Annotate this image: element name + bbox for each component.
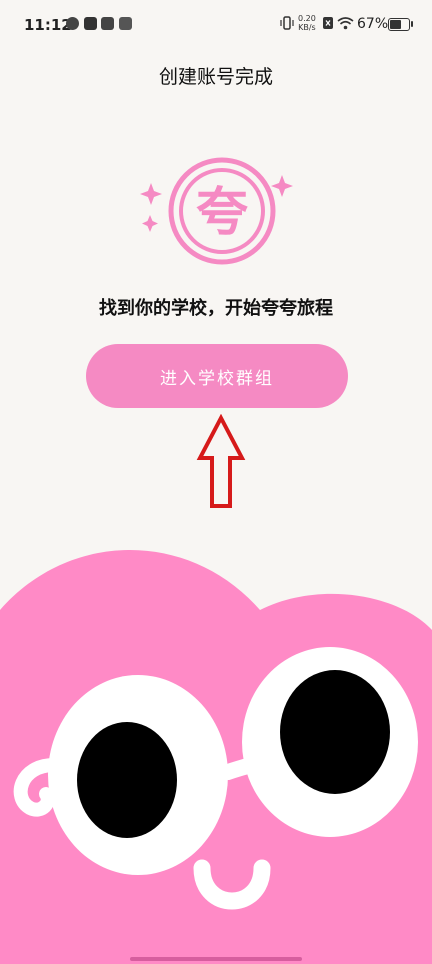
app-icon: [101, 17, 114, 30]
right-pupil: [280, 670, 390, 794]
play-box-icon: [84, 17, 97, 30]
home-indicator[interactable]: [130, 957, 302, 961]
subtitle: 找到你的学校，开始夸夸旅程: [99, 298, 333, 319]
bag-icon: [119, 17, 132, 30]
status-bar: 11:12 0.20 KB/s 67%: [0, 0, 432, 52]
battery-icon: [388, 18, 410, 31]
status-time: 11:12: [24, 16, 72, 34]
sparkle-icon: [140, 183, 162, 205]
net-speed: 0.20 KB/s: [298, 14, 316, 32]
sim-icon: [323, 17, 333, 29]
left-pupil: [77, 722, 177, 838]
check-circle-icon: [66, 17, 79, 30]
join-school-group-button[interactable]: 进入学校群组: [86, 344, 348, 408]
battery-fill: [390, 20, 401, 29]
up-arrow-icon: [196, 414, 246, 508]
mascot-illustration: [0, 550, 432, 964]
net-speed-unit: KB/s: [298, 23, 316, 32]
wifi-icon: [337, 17, 354, 30]
sparkle-icon: [142, 215, 158, 232]
battery-percent: 67%: [357, 16, 389, 32]
page-title: 创建账号完成: [158, 66, 273, 88]
vibrate-icon: [280, 16, 294, 30]
sparkle-icon: [271, 175, 293, 197]
logo-glyph: 夸: [196, 183, 248, 243]
battery-tip: [411, 21, 413, 27]
glasses-bridge: [220, 758, 256, 780]
net-speed-value: 0.20: [298, 14, 316, 23]
app-logo: 夸: [140, 157, 293, 265]
